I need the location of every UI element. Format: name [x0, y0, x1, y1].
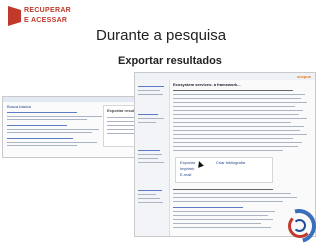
slide-title: Durante a pesquisa — [96, 27, 227, 44]
bibliography-link[interactable]: Criar bibliografia — [216, 160, 245, 165]
print-link[interactable]: Imprimir — [180, 166, 194, 171]
logo-line-1: RECUPERAR — [24, 7, 72, 14]
export-links-panel: Exportar Imprimir E-mail Criar bibliogra… — [175, 157, 273, 183]
record-title: Ecosystem services: a framework... — [173, 82, 241, 87]
email-link[interactable]: E-mail — [180, 172, 191, 177]
screenshot-topbar — [135, 73, 315, 80]
logo-mark-icon — [8, 6, 21, 26]
brand-label: scopus — [296, 74, 311, 79]
screenshot-sidebar — [135, 80, 170, 236]
screenshot-header: Busca básica — [7, 104, 31, 109]
slide-subtitle: Exportar resultados — [118, 55, 222, 67]
swirl-logo-icon — [268, 202, 320, 249]
logo-line-2: E ACESSAR — [24, 17, 68, 24]
export-link[interactable]: Exportar — [180, 160, 195, 165]
recuperar-e-acessar-logo: RECUPERAR E ACESSAR — [8, 4, 72, 28]
